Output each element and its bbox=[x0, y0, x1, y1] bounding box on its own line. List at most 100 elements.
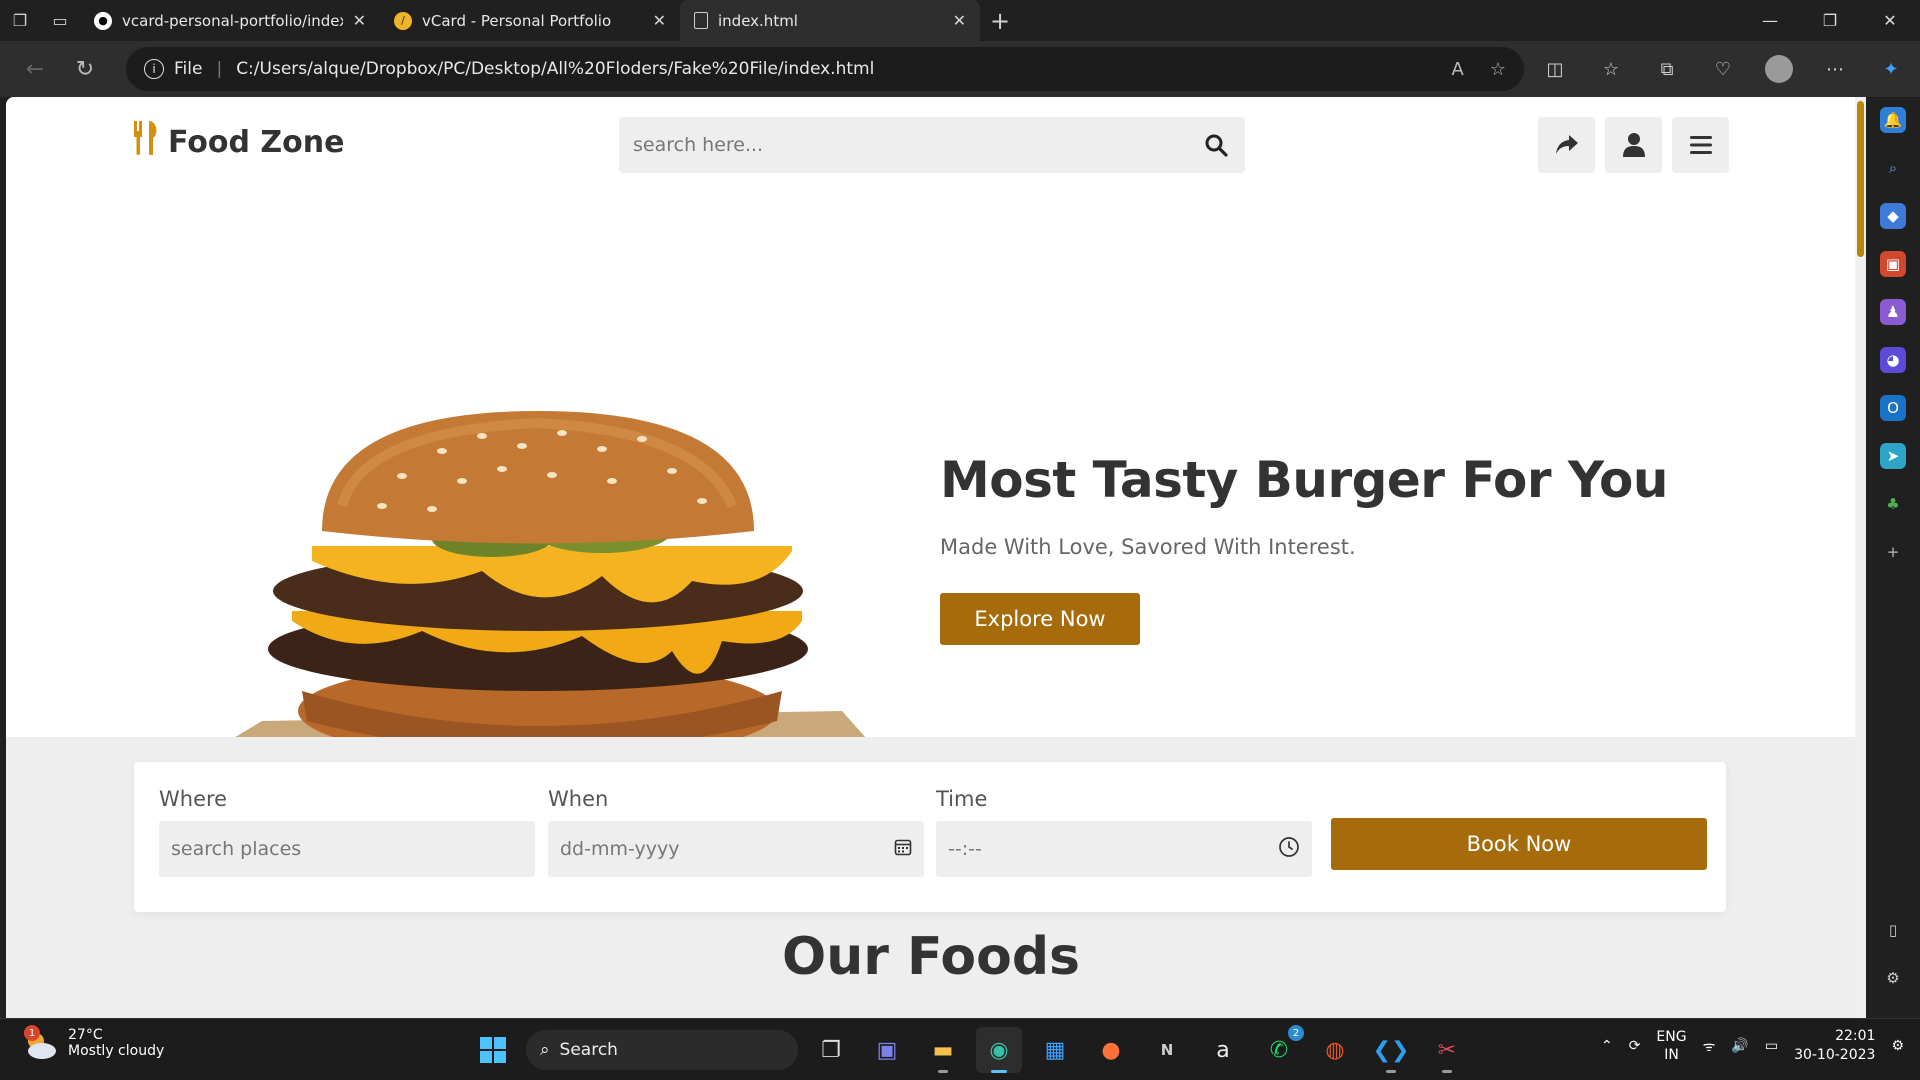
outlook-icon[interactable]: O bbox=[1880, 395, 1906, 421]
section-heading: Our Foods bbox=[781, 927, 1080, 987]
refresh-icon[interactable]: ↻ bbox=[60, 49, 110, 89]
ubuntu-icon[interactable]: ◍ bbox=[1312, 1027, 1358, 1073]
chevron-up-icon[interactable]: ⌃ bbox=[1601, 1038, 1613, 1054]
battery-icon[interactable]: ▭ bbox=[1765, 1038, 1778, 1054]
favorite-star-icon[interactable]: ☆ bbox=[1490, 59, 1506, 80]
notification-bell-icon[interactable]: 🔔 bbox=[1880, 107, 1906, 133]
amazon-icon[interactable]: a bbox=[1200, 1027, 1246, 1073]
tools-briefcase-icon[interactable]: ▣ bbox=[1880, 251, 1906, 277]
address-bar[interactable]: i File | C:/Users/alque/Dropbox/PC/Deskt… bbox=[126, 47, 1524, 91]
share-icon[interactable] bbox=[1538, 117, 1595, 173]
edge-browser-icon[interactable]: ◉ bbox=[976, 1027, 1022, 1073]
notification-settings-icon[interactable]: ⚙ bbox=[1891, 1038, 1904, 1054]
calendar-icon[interactable] bbox=[894, 838, 912, 861]
tab-actions-icon[interactable]: ▭ bbox=[40, 5, 80, 37]
sidebar-toggle-icon[interactable]: ▯ bbox=[1880, 917, 1906, 943]
scheme-label: File bbox=[174, 59, 203, 79]
settings-gear-icon[interactable]: ⚙ bbox=[1880, 965, 1906, 991]
window-controls: — ❐ ✕ bbox=[1740, 0, 1920, 41]
tree-icon[interactable]: ♣ bbox=[1880, 491, 1906, 517]
user-icon[interactable] bbox=[1605, 117, 1662, 173]
hero-title: Most Tasty Burger For You bbox=[940, 451, 1668, 509]
lang-line2: IN bbox=[1664, 1047, 1679, 1063]
back-icon[interactable]: ← bbox=[10, 49, 60, 89]
system-tray: ⌃ ⟳ ENG IN ᯤ 🔊 ▭ 22:01 30-10-2023 ⚙ bbox=[1601, 1027, 1904, 1065]
separator: | bbox=[216, 59, 223, 79]
volume-icon[interactable]: 🔊 bbox=[1731, 1038, 1748, 1054]
tab-vcard[interactable]: / vCard - Personal Portfolio ✕ bbox=[380, 0, 680, 41]
site-search-input[interactable] bbox=[633, 134, 1201, 156]
time-input[interactable]: --:-- bbox=[936, 821, 1312, 877]
clock[interactable]: 22:01 30-10-2023 bbox=[1794, 1027, 1875, 1065]
search-icon[interactable] bbox=[1201, 130, 1231, 160]
vcard-favicon-icon: / bbox=[394, 11, 412, 30]
url-text[interactable]: C:/Users/alque/Dropbox/PC/Desktop/All%20… bbox=[236, 59, 874, 79]
read-aloud-icon[interactable]: A bbox=[1452, 59, 1464, 80]
drop-icon[interactable]: ➤ bbox=[1880, 443, 1906, 469]
microsoft-365-icon[interactable]: ◕ bbox=[1880, 347, 1906, 373]
copilot-icon[interactable]: ✦ bbox=[1871, 49, 1911, 89]
close-icon[interactable]: ✕ bbox=[353, 11, 366, 30]
microsoft-store-icon[interactable]: ▦ bbox=[1032, 1027, 1078, 1073]
hero-subtitle: Made With Love, Savored With Interest. bbox=[940, 535, 1356, 559]
more-menu-icon[interactable]: ⋯ bbox=[1815, 49, 1855, 89]
teams-meet-icon[interactable]: ▣ bbox=[864, 1027, 910, 1073]
page-viewport: Food Zone search here... Most Tasty Burg… bbox=[6, 97, 1866, 1018]
menu-bars-icon[interactable] bbox=[1672, 117, 1729, 173]
favorites-icon[interactable]: ☆ bbox=[1591, 49, 1631, 89]
taskbar-search[interactable]: ⌕ Search bbox=[526, 1030, 798, 1070]
split-screen-icon[interactable]: ◫ bbox=[1535, 49, 1575, 89]
where-field: Where search places bbox=[159, 787, 535, 877]
github-icon: ● bbox=[94, 11, 112, 30]
whatsapp-icon[interactable]: ✆ 2 bbox=[1256, 1025, 1304, 1073]
taskbar-search-label: Search bbox=[559, 1040, 618, 1060]
vscode-icon[interactable]: ❮❯ bbox=[1368, 1027, 1414, 1073]
where-input[interactable]: search places bbox=[159, 821, 535, 877]
task-view-icon[interactable]: ❐ bbox=[808, 1027, 854, 1073]
clock-icon[interactable] bbox=[1278, 836, 1300, 863]
file-explorer-icon[interactable]: ▬ bbox=[920, 1027, 966, 1073]
browser-tab-strip: ❐ ▭ ● vcard-personal-portfolio/index.h ✕… bbox=[0, 0, 1920, 41]
scrollbar-thumb[interactable] bbox=[1857, 101, 1864, 257]
explore-now-button[interactable]: Explore Now bbox=[940, 593, 1140, 645]
date-input[interactable]: dd-mm-yyyy bbox=[548, 821, 924, 877]
wifi-icon[interactable]: ᯤ bbox=[1703, 1037, 1716, 1056]
weather-widget[interactable]: 1 27°C Mostly cloudy bbox=[22, 1025, 164, 1063]
lang-line1: ENG bbox=[1656, 1029, 1687, 1045]
site-header: Food Zone bbox=[6, 97, 1856, 191]
new-tab-button[interactable]: + bbox=[980, 7, 1020, 35]
close-icon[interactable]: ✕ bbox=[653, 11, 666, 30]
logo-text: Food Zone bbox=[168, 124, 345, 160]
tab-title: index.html bbox=[718, 11, 798, 30]
booking-form: Where search places When dd-mm-yyyy Time… bbox=[134, 762, 1726, 912]
notion-icon[interactable]: N bbox=[1144, 1027, 1190, 1073]
burger-image bbox=[212, 411, 874, 763]
tab-github[interactable]: ● vcard-personal-portfolio/index.h ✕ bbox=[80, 0, 380, 41]
minimize-icon[interactable]: — bbox=[1740, 0, 1800, 41]
firefox-icon[interactable]: ● bbox=[1088, 1027, 1134, 1073]
add-sidebar-app-icon[interactable]: + bbox=[1880, 539, 1906, 565]
whatsapp-badge: 2 bbox=[1288, 1025, 1304, 1041]
windows-start-icon[interactable] bbox=[470, 1027, 516, 1073]
browser-essentials-icon[interactable]: ♡ bbox=[1703, 49, 1743, 89]
profile-avatar-icon[interactable] bbox=[1765, 55, 1793, 83]
book-now-button[interactable]: Book Now bbox=[1331, 818, 1707, 870]
workspaces-icon[interactable]: ❐ bbox=[0, 5, 40, 37]
collections-icon[interactable]: ⧉ bbox=[1647, 49, 1687, 89]
games-icon[interactable]: ♟ bbox=[1880, 299, 1906, 325]
page-scrollbar[interactable] bbox=[1855, 97, 1866, 1018]
shopping-tag-icon[interactable]: ◆ bbox=[1880, 203, 1906, 229]
snipping-tool-icon[interactable]: ✂ bbox=[1424, 1027, 1470, 1073]
restore-icon[interactable]: ❐ bbox=[1800, 0, 1860, 41]
utensils-icon bbox=[132, 121, 160, 163]
close-icon[interactable]: ✕ bbox=[953, 11, 966, 30]
sync-icon[interactable]: ⟳ bbox=[1629, 1038, 1641, 1054]
search-icon[interactable]: ⌕ bbox=[1880, 155, 1906, 181]
info-icon[interactable]: i bbox=[144, 59, 164, 79]
tab-index[interactable]: index.html ✕ bbox=[680, 0, 980, 41]
when-label: When bbox=[548, 787, 609, 811]
language-indicator[interactable]: ENG IN bbox=[1656, 1028, 1686, 1064]
site-logo[interactable]: Food Zone bbox=[132, 121, 344, 163]
close-window-icon[interactable]: ✕ bbox=[1860, 0, 1920, 41]
clock-time: 22:01 bbox=[1835, 1028, 1876, 1044]
